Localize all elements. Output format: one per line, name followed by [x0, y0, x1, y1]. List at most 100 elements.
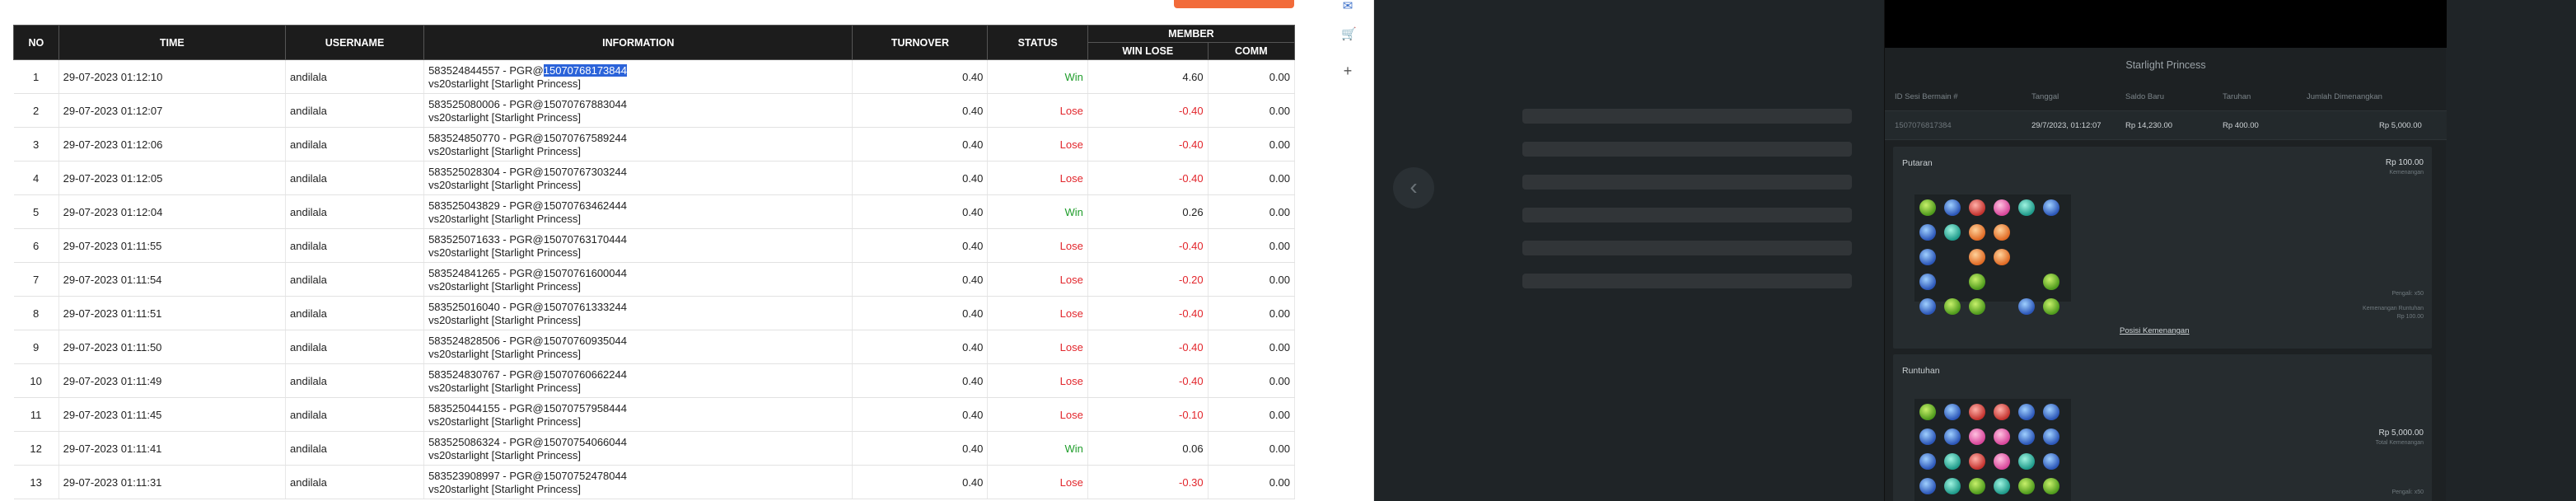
cell-username: andilala: [285, 397, 425, 432]
cell-turnover: 0.40: [852, 465, 989, 499]
slot-symbol-icon: [2043, 478, 2059, 494]
cell-comm: 0.00: [1208, 363, 1295, 398]
table-row[interactable]: 2 29-07-2023 01:12:07 andilala 583525080006…: [13, 93, 1295, 128]
cell-turnover: 0.40: [852, 330, 989, 364]
table-row[interactable]: 12 29-07-2023 01:11:41 andilala 58352508632…: [13, 431, 1295, 466]
bet-value: Rp 400.00: [2223, 121, 2259, 130]
cell-comm: 0.00: [1208, 431, 1295, 466]
cell-information: 583525044155 - PGR@15070757958444 vs20sta…: [423, 397, 853, 432]
cell-time: 29-07-2023 01:11:31: [58, 465, 287, 499]
date-value: 29/7/2023, 01:12:07: [2031, 121, 2101, 130]
chevron-left-icon[interactable]: ‹: [1393, 167, 1434, 208]
cell-information: 583524850770 - PGR@15070767589244 vs20sta…: [423, 127, 853, 162]
slot-symbol-icon: [2018, 453, 2035, 470]
slot-symbol-icon: [1944, 224, 1961, 241]
info-game: vs20starlight [Starlight Princess]: [428, 381, 582, 394]
cell-win-lose: -0.10: [1087, 397, 1209, 432]
header-member: MEMBER: [1087, 25, 1295, 43]
cell-status: Lose: [987, 161, 1088, 195]
slot-symbol-icon: [1919, 249, 1936, 265]
table-row[interactable]: 1 29-07-2023 01:12:10 andilala 583524844557…: [13, 59, 1295, 94]
game-detail-window: Starlight Princess ID Sesi Bermain # Tan…: [1884, 0, 2447, 501]
cell-comm: 0.00: [1208, 127, 1295, 162]
cell-win-lose: -0.40: [1087, 161, 1209, 195]
spin-amount-label: Kemenangan: [2389, 170, 2424, 176]
cart-icon[interactable]: 🛒: [1341, 28, 1357, 41]
slot-symbol-icon: [1969, 249, 1985, 265]
slot-symbol-icon: [2018, 404, 2035, 420]
slot-symbol-icon: [1994, 224, 2010, 241]
table-row[interactable]: 3 29-07-2023 01:12:06 andilala 583524850770…: [13, 127, 1295, 162]
slot-symbol-icon: [1919, 199, 1936, 216]
cell-win-lose: -0.40: [1087, 296, 1209, 330]
cell-information: 583525016040 - PGR@15070761333244 vs20sta…: [423, 296, 853, 330]
cell-win-lose: -0.40: [1087, 93, 1209, 128]
slot-symbol-icon: [1969, 428, 1985, 445]
info-game: vs20starlight [Starlight Princess]: [428, 279, 582, 293]
cell-username: andilala: [285, 228, 425, 263]
cell-comm: 0.00: [1208, 194, 1295, 229]
spin-amount: Rp 100.00: [2385, 158, 2424, 167]
table-row[interactable]: 11 29-07-2023 01:11:45 andilala 58352504415…: [13, 397, 1295, 432]
table-row[interactable]: 9 29-07-2023 01:11:50 andilala 583524828506…: [13, 330, 1295, 364]
cell-time: 29-07-2023 01:11:51: [58, 296, 287, 330]
cell-win-lose: -0.40: [1087, 363, 1209, 398]
slot-symbol-icon: [1969, 404, 1985, 420]
slot-symbol-icon: [2018, 298, 2035, 315]
slot-symbol-icon: [2018, 428, 2035, 445]
col-session-id: ID Sesi Bermain #: [1895, 92, 1958, 101]
cell-turnover: 0.40: [852, 397, 989, 432]
cell-time: 29-07-2023 01:11:54: [58, 262, 287, 297]
info-id: 583524830767 - PGR@15070760662244: [428, 368, 627, 381]
slot-symbol-icon: [1969, 274, 1985, 290]
slot-symbol-icon: [1944, 199, 1961, 216]
cell-turnover: 0.40: [852, 228, 989, 263]
cell-status: Lose: [987, 262, 1088, 297]
balance-value: Rp 14,230.00: [2125, 121, 2173, 130]
top-action-button[interactable]: [1174, 0, 1294, 8]
info-id: 583524841265 - PGR@15070761600044: [428, 266, 627, 279]
header-win-lose: WIN LOSE: [1087, 42, 1209, 60]
slot-symbol-icon: [2043, 453, 2059, 470]
table-row[interactable]: 4 29-07-2023 01:12:05 andilala 583525028304…: [13, 161, 1295, 195]
cell-no: 13: [13, 465, 59, 499]
info-game: vs20starlight [Starlight Princess]: [428, 347, 582, 360]
cell-information: 583525028304 - PGR@15070767303244 vs20sta…: [423, 161, 853, 195]
slot-symbol-icon: [1944, 453, 1961, 470]
cell-no: 5: [13, 194, 59, 229]
info-id: 583525071633 - PGR@15070763170444: [428, 232, 627, 246]
background-content: [1522, 91, 1852, 338]
slot-symbol-icon: [1969, 453, 1985, 470]
cell-comm: 0.00: [1208, 296, 1295, 330]
table-row[interactable]: 13 29-07-2023 01:11:31 andilala 58352390899…: [13, 465, 1295, 499]
outlook-icon[interactable]: ✉: [1341, 0, 1354, 13]
table-row[interactable]: 5 29-07-2023 01:12:04 andilala 583525043829…: [13, 194, 1295, 229]
table-row[interactable]: 8 29-07-2023 01:11:51 andilala 583525016040…: [13, 296, 1295, 330]
info-id: 583524844557 - PGR@: [428, 63, 544, 77]
cell-turnover: 0.40: [852, 431, 989, 466]
cell-no: 6: [13, 228, 59, 263]
slot-symbol-icon: [1994, 404, 2010, 420]
game-title: Starlight Princess: [2125, 59, 2206, 71]
slot-symbol-icon: [1994, 249, 2010, 265]
table-body: 1 29-07-2023 01:12:10 andilala 583524844557…: [13, 59, 1295, 499]
cell-status: Lose: [987, 363, 1088, 398]
cell-status: Lose: [987, 330, 1088, 364]
table-row[interactable]: 6 29-07-2023 01:11:55 andilala 583525071633…: [13, 228, 1295, 263]
plus-icon[interactable]: +: [1341, 63, 1354, 78]
detail-value-row[interactable]: 1507076817384 29/7/2023, 01:12:07 Rp 14,…: [1885, 110, 2447, 140]
slot-symbol-icon: [1969, 298, 1985, 315]
cell-comm: 0.00: [1208, 93, 1295, 128]
cell-information: 583523908997 - PGR@15070752478044 vs20sta…: [423, 465, 853, 499]
info-id: 583525043829 - PGR@15070763462444: [428, 199, 627, 212]
cell-status: Lose: [987, 465, 1088, 499]
header-comm: COMM: [1207, 42, 1295, 60]
cell-no: 7: [13, 262, 59, 297]
slot-symbol-icon: [2043, 298, 2059, 315]
table-row[interactable]: 7 29-07-2023 01:11:54 andilala 583524841265…: [13, 262, 1295, 297]
cell-username: andilala: [285, 465, 425, 499]
table-row[interactable]: 10 29-07-2023 01:11:49 andilala 58352483076…: [13, 363, 1295, 398]
winning-positions-link[interactable]: Posisi Kemenangan: [2120, 326, 2190, 335]
cell-status: Win: [987, 194, 1088, 229]
cell-no: 8: [13, 296, 59, 330]
